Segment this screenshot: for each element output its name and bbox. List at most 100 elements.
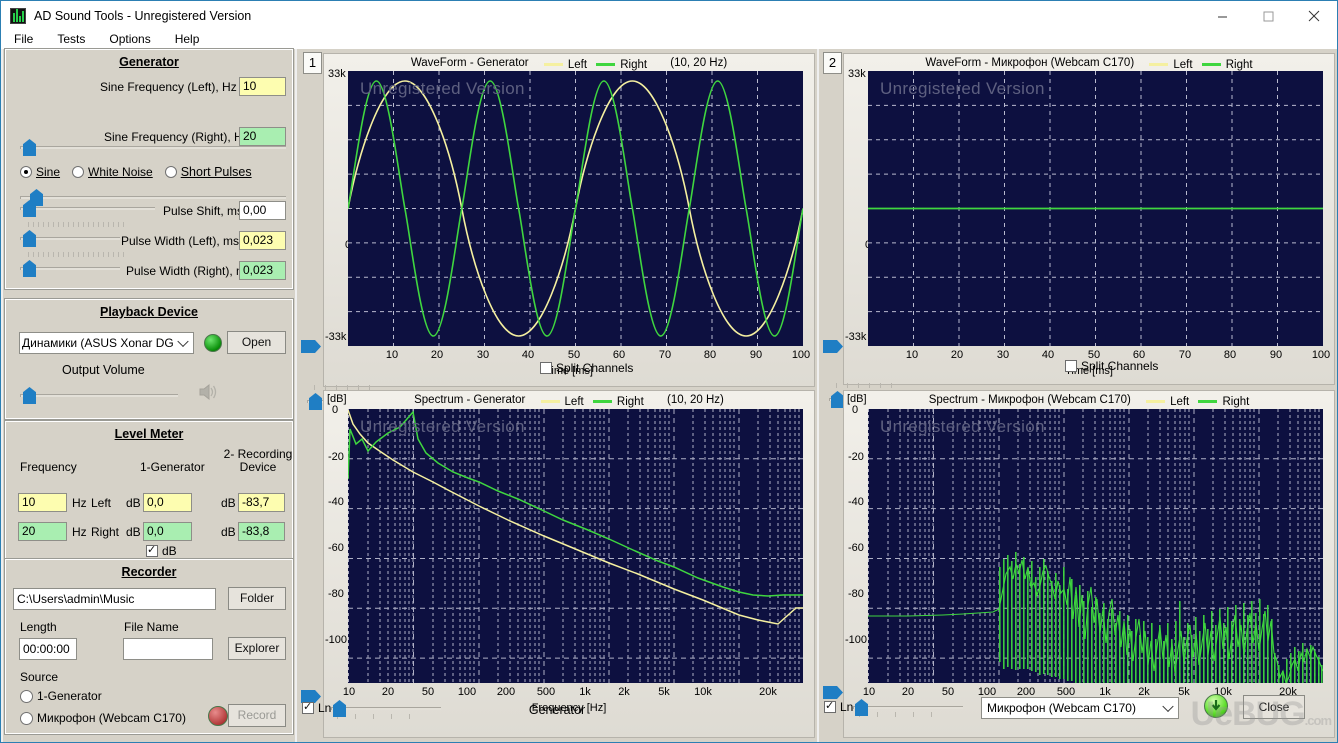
window-title: AD Sound Tools - Unregistered Version	[34, 9, 251, 23]
level-col-generator: 1-Generator	[140, 460, 205, 474]
slider-thumb[interactable]	[23, 200, 36, 217]
spectrum-2-hscroll-thumb[interactable]	[823, 686, 843, 699]
record-led	[208, 706, 228, 726]
spectrum-1-graph[interactable]: Unregistered Version	[348, 409, 803, 683]
close-button[interactable]	[1291, 1, 1337, 31]
playback-device-combo[interactable]: Динамики (ASUS Xonar DG	[19, 332, 194, 354]
spectrum-2-scale-slider[interactable]	[853, 700, 963, 714]
level-col-recording-text: 2- Recording Device	[224, 447, 293, 474]
waveform-2-hscroll-thumb[interactable]	[823, 340, 843, 353]
legend-left-label: Left	[565, 396, 584, 408]
recording-device-value[interactable]: Микрофон (Webcam C170)	[981, 697, 1179, 719]
checkbox-box	[824, 701, 836, 713]
spectrum-2-title: Spectrum - Микрофон (Webcam C170)	[929, 394, 1131, 406]
sine-right-input[interactable]: 20	[239, 127, 286, 146]
radio-dot	[20, 712, 33, 725]
slider-thumb[interactable]	[23, 139, 36, 156]
db-checkbox[interactable]: dB	[146, 544, 177, 558]
spectrum-1-y-tick: -40	[328, 496, 344, 508]
radio-white-noise[interactable]: White Noise	[72, 165, 153, 179]
minimize-button[interactable]	[1199, 1, 1245, 31]
level-freq-right-input[interactable]: 20	[18, 522, 67, 541]
radio-short-pulses[interactable]: Short Pulses	[165, 165, 252, 179]
pulse-width-right-input[interactable]: 0,023	[239, 261, 286, 280]
x-tick: 10	[900, 349, 924, 361]
pulse-width-left-slider[interactable]	[20, 231, 120, 245]
menu-item-file[interactable]: File	[11, 31, 36, 47]
close-button-panel2[interactable]: Close	[1243, 695, 1305, 719]
playback-device-value[interactable]: Динамики (ASUS Xonar DG	[19, 332, 194, 354]
playback-title: Playback Device	[6, 305, 292, 319]
length-input[interactable]: 00:00:00	[19, 638, 77, 660]
waveform-2-title-row: WaveForm - Микрофон (Webcam C170) Left R…	[844, 57, 1334, 71]
waveform-1-hscroll-thumb[interactable]	[301, 340, 321, 353]
speaker-icon[interactable]	[198, 383, 218, 401]
x-tick: 20	[376, 686, 400, 698]
spectrum-2-title-row: Spectrum - Микрофон (Webcam C170) Left R…	[844, 394, 1334, 408]
source-radio-microphone[interactable]: Микрофон (Webcam C170)	[20, 711, 186, 725]
pulse-shift-slider[interactable]	[20, 201, 155, 215]
waveform-2-legend-right: Right	[1202, 59, 1253, 71]
explorer-button[interactable]: Explorer	[228, 637, 286, 660]
panel-1: 1 WaveForm - Generator Left Right (10, 2…	[297, 49, 817, 742]
radio-sine[interactable]: Sine	[20, 165, 60, 179]
legend-left-label: Left	[568, 59, 587, 71]
x-tick: 40	[1036, 349, 1060, 361]
window-controls	[1199, 1, 1337, 31]
maximize-button[interactable]	[1245, 1, 1291, 31]
record-button[interactable]: Record	[228, 704, 286, 727]
recording-device-combo[interactable]: Микрофон (Webcam C170)	[981, 697, 1179, 719]
x-tick: 20	[945, 349, 969, 361]
waveform-1-legend-left: Left	[544, 59, 587, 71]
pulse-shift-input[interactable]: 0,00	[239, 201, 286, 220]
pulse-width-left-input[interactable]: 0,023	[239, 231, 286, 250]
spectrum-2-y-tick: -100	[845, 634, 867, 646]
menu-item-tests[interactable]: Tests	[54, 31, 88, 47]
source-radio-generator[interactable]: 1-Generator	[20, 689, 102, 703]
slider-thumb[interactable]	[855, 699, 868, 716]
level-meter-title: Level Meter	[6, 427, 292, 441]
filename-input[interactable]	[123, 638, 213, 660]
level-gen-left-input[interactable]: 0,0	[143, 493, 192, 512]
slider-thumb[interactable]	[23, 387, 36, 404]
open-button[interactable]: Open	[227, 331, 286, 354]
sine-left-input[interactable]: 10	[239, 77, 286, 96]
app-icon	[10, 8, 26, 24]
slider-thumb[interactable]	[23, 260, 36, 277]
split-channels-2-label: Split Channels	[1081, 359, 1158, 373]
waveform-1-graph[interactable]: Unregistered Version	[348, 71, 803, 346]
playback-status-led	[204, 334, 222, 352]
level-freq-left-input[interactable]: 10	[18, 493, 67, 512]
radio-dot	[72, 166, 84, 178]
recorder-panel: Recorder C:\Users\admin\Music Folder Len…	[5, 559, 293, 734]
waveform-2-graph[interactable]: Unregistered Version	[868, 71, 1323, 346]
level-rec-left-input[interactable]: -83,7	[238, 493, 285, 512]
menu-bar: File Tests Options Help	[1, 29, 1337, 49]
recorder-path-input[interactable]: C:\Users\admin\Music	[13, 588, 216, 610]
menu-item-help[interactable]: Help	[172, 31, 203, 47]
waveform-1-y-bottom: -33k	[325, 331, 346, 343]
legend-swatch-left	[1146, 400, 1165, 403]
level-gen-right-input[interactable]: 0,0	[143, 522, 192, 541]
pulse-width-right-label: Pulse Width (Right), ms	[126, 264, 252, 278]
x-tick: 100	[454, 686, 480, 698]
ln-2-checkbox[interactable]: Ln	[824, 700, 853, 714]
split-channels-2-checkbox[interactable]: Split Channels	[1065, 359, 1158, 373]
slider-thumb[interactable]	[309, 393, 322, 410]
generator-title: Generator	[6, 55, 292, 69]
level-rec-right-input[interactable]: -83,8	[238, 522, 285, 541]
pulse-width-right-slider[interactable]	[20, 261, 120, 275]
split-channels-1-checkbox[interactable]: Split Channels	[540, 361, 633, 375]
level-db-left-label: dB	[126, 496, 141, 510]
legend-swatch-left	[1149, 63, 1168, 66]
pulse-width-left-label: Pulse Width (Left), ms	[121, 234, 239, 248]
spectrum-1-legend-right: Right	[593, 396, 644, 408]
x-tick: 30	[471, 349, 495, 361]
spectrum-2-graph[interactable]: Unregistered Version	[868, 409, 1323, 683]
folder-button[interactable]: Folder	[228, 587, 286, 610]
legend-swatch-right	[593, 400, 612, 403]
menu-item-options[interactable]: Options	[106, 31, 153, 47]
slider-thumb[interactable]	[23, 230, 36, 247]
output-volume-slider[interactable]	[20, 388, 178, 402]
x-tick: 90	[1264, 349, 1288, 361]
